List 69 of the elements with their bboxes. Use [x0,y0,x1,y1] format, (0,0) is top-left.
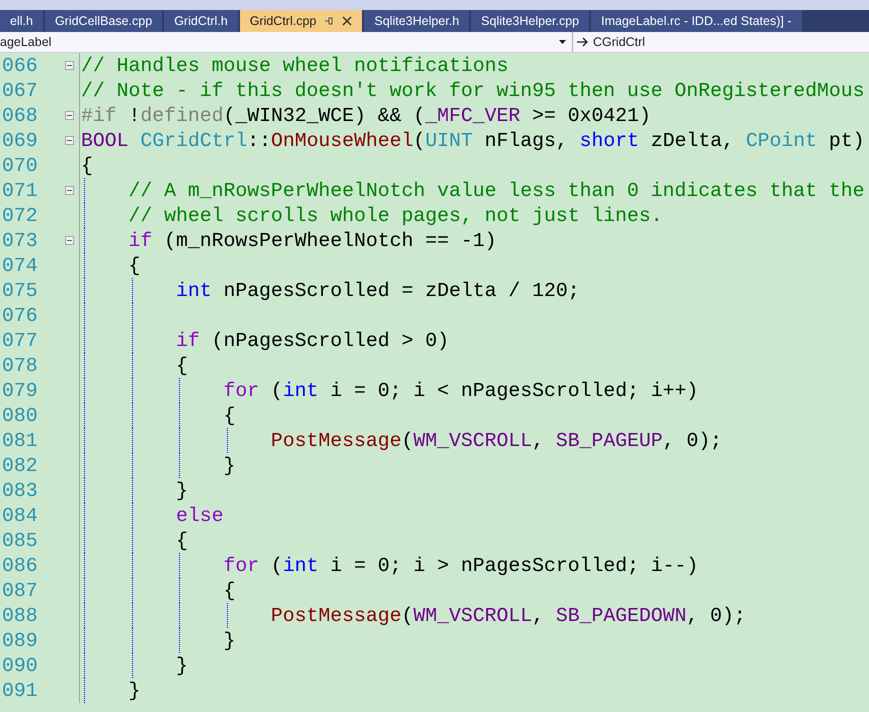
file-tab[interactable]: GridCtrl.cpp [240,10,362,32]
code-line: else [174,504,224,526]
file-tab[interactable]: ell.h [0,10,43,32]
code-line: } [222,454,236,476]
member-dropdown[interactable]: CGridCtrl [573,32,646,52]
line-number: 077 [1,330,39,352]
line-number: 071 [1,180,39,202]
code-line: } [222,630,236,652]
code-line: int nPagesScrolled = zDelta / 120; [174,280,580,302]
collapse-icon[interactable] [65,61,74,70]
line-number: 080 [1,404,39,426]
line-number: 072 [1,204,39,226]
code-line: { [81,154,93,176]
line-number: 086 [1,554,39,576]
line-number: 075 [1,280,39,302]
code-line: // wheel scrolls whole pages, not just lines. [127,204,663,226]
pin-icon[interactable] [324,16,334,26]
code-line: { [174,530,188,552]
code-line: } [174,480,188,502]
code-line: } [127,680,140,702]
file-tab[interactable]: GridCellBase.cpp [44,10,162,32]
collapse-icon[interactable] [65,136,74,145]
file-tab[interactable]: ImageLabel.rc - IDD...ed States)] - [591,10,802,32]
code-line: { [127,254,140,276]
file-tab[interactable]: GridCtrl.h [164,10,238,32]
line-number: 084 [1,504,39,526]
line-number: 076 [1,304,39,326]
line-number: 091 [1,680,39,702]
code-line: } [174,654,188,676]
file-tab[interactable]: Sqlite3Helper.h [364,10,470,32]
code-line: { [222,404,236,426]
line-number: 074 [1,254,39,276]
caret-icon [559,40,566,44]
code-line: // A m_nRowsPerWheelNotch value less than 0 indicates that the [127,180,864,202]
line-number: 085 [1,530,39,552]
code-line: for (int i = 0; i > nPagesScrolled; i--) [222,554,698,576]
code-line: PostMessage(WM_VSCROLL, SB_PAGEDOWN, 0); [270,604,746,626]
line-number: 078 [1,354,39,376]
line-number: 068 [1,104,39,126]
arrow-icon [577,37,589,47]
line-number: 081 [1,430,39,452]
line-number: 079 [1,380,39,402]
collapse-icon[interactable] [65,186,74,195]
close-icon[interactable] [342,16,352,26]
file-tab[interactable]: Sqlite3Helper.cpp [471,10,590,32]
code-line: if (m_nRowsPerWheelNotch == -1) [127,230,496,252]
line-number: 088 [1,604,39,626]
code-line: // Handles mouse wheel notifications [81,54,508,76]
line-number: 089 [1,630,39,652]
scope-dropdown[interactable]: ageLabel [0,32,573,52]
code-line: BOOL CGridCtrl::OnMouseWheel(UINT nFlags, short zDelta, CPoint pt) [81,130,865,152]
collapse-icon[interactable] [65,236,74,245]
line-number: 090 [1,654,39,676]
line-number: 067 [1,80,39,102]
code-line: { [174,354,188,376]
line-number: 070 [1,154,39,176]
collapse-icon[interactable] [65,111,74,120]
code-line: PostMessage(WM_VSCROLL, SB_PAGEUP, 0); [270,430,722,452]
line-number: 083 [1,480,39,502]
code-line: // Note - if this doesn't work for win95 then use OnRegisteredMous [81,80,864,102]
code-line: { [222,580,236,602]
code-line: if (nPagesScrolled > 0) [174,330,450,352]
line-number: 073 [1,230,39,252]
line-number: 069 [1,130,39,152]
line-number: 087 [1,580,39,602]
line-number: 066 [1,54,39,76]
code-line: #if !defined(_WIN32_WCE) && (_MFC_VER >= 0x0421) [81,104,651,126]
line-number: 082 [1,454,39,476]
code-line: for (int i = 0; i < nPagesScrolled; i++) [222,380,698,402]
